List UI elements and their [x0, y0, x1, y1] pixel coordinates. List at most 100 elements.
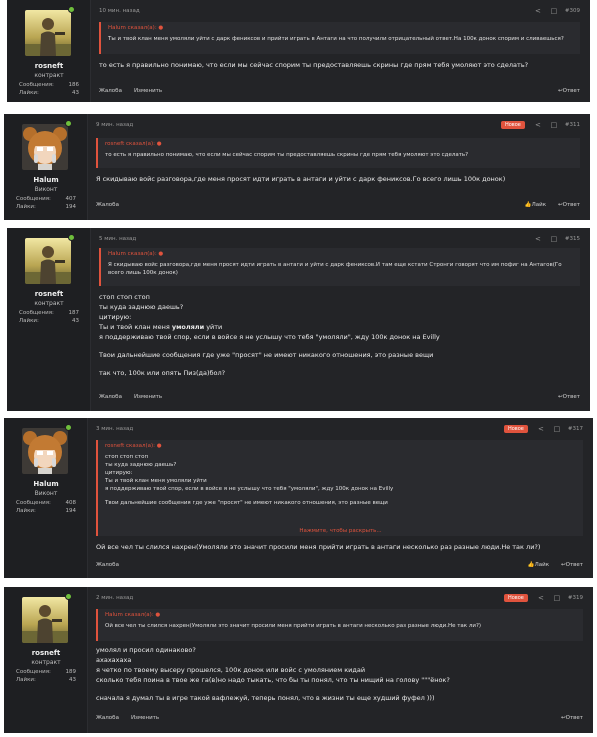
report-link[interactable]: Жалоба: [99, 394, 122, 400]
report-link[interactable]: Жалоба: [96, 715, 119, 721]
expand-quote-link[interactable]: Нажмите, чтобы раскрыть...: [98, 528, 583, 534]
quote-author[interactable]: rosneft сказал(а): ●: [105, 141, 573, 147]
post-header: 5 мин. назад < □ #315: [99, 234, 580, 244]
post-time[interactable]: 3 мин. назад: [96, 426, 504, 432]
bookmark-icon[interactable]: □: [552, 594, 562, 602]
bookmark-icon[interactable]: □: [549, 121, 559, 129]
reply-label: Ответ: [565, 562, 583, 568]
post-body-line: Я скидываю войс разговора,где меня прося…: [96, 175, 506, 183]
like-button[interactable]: 👍Лайк: [525, 202, 546, 208]
likes-count: 194: [65, 204, 77, 210]
reply-button[interactable]: ↩Ответ: [558, 202, 580, 208]
share-icon[interactable]: <: [536, 594, 546, 602]
post-number[interactable]: #311: [565, 122, 580, 128]
report-link[interactable]: Жалоба: [96, 202, 119, 208]
arrow-up-icon[interactable]: ●: [158, 25, 163, 31]
quote-author-text: rosneft сказал(а):: [105, 443, 156, 449]
online-dot-icon: [65, 424, 72, 431]
post-body-line: Ты и твой клан меня умоляли уйти: [99, 323, 223, 331]
username[interactable]: rosneft: [7, 62, 91, 70]
edit-link[interactable]: Изменить: [134, 394, 162, 400]
quote-text: стоп стоп стоп ты куда заднюю даешь? цит…: [105, 453, 576, 507]
post-body-line: умолял и просил одинаково?: [96, 646, 196, 654]
reply-button[interactable]: ↩Ответ: [561, 715, 583, 721]
quote-author[interactable]: Halum сказал(а): ●: [108, 25, 573, 31]
messages-count: 187: [68, 310, 80, 316]
like-button[interactable]: 👍Лайк: [528, 562, 549, 568]
quote-author[interactable]: Halum сказал(а): ●: [108, 251, 573, 257]
share-icon[interactable]: <: [533, 7, 543, 15]
post-body-line: то есть я правильно понимаю, что если мы…: [99, 61, 529, 69]
user-title: контракт: [34, 300, 64, 307]
reply-button[interactable]: ↩Ответ: [558, 88, 580, 94]
share-icon[interactable]: <: [533, 121, 543, 129]
post-time[interactable]: 10 мин. назад: [99, 8, 533, 14]
quote-author-text: Halum сказал(а):: [108, 25, 157, 31]
like-label: Лайк: [531, 202, 547, 208]
avatar[interactable]: [25, 238, 71, 284]
report-link[interactable]: Жалоба: [96, 562, 119, 568]
user-title: контракт: [31, 659, 61, 666]
arrow-up-icon[interactable]: ●: [157, 443, 162, 449]
share-icon[interactable]: <: [533, 235, 543, 243]
post-time[interactable]: 9 мин. назад: [96, 122, 501, 128]
post-body: умолял и просил одинаково? ахахахаха я ч…: [96, 645, 583, 703]
post-number[interactable]: #315: [565, 236, 580, 242]
avatar[interactable]: [22, 597, 68, 643]
reply-label: Ответ: [562, 88, 580, 94]
arrow-up-icon[interactable]: ●: [158, 251, 163, 257]
likes-count: 43: [72, 318, 79, 324]
messages-stat: Сообщения: 186: [19, 82, 79, 88]
likes-label: Лайки:: [16, 677, 36, 683]
post-time[interactable]: 2 мин. назад: [96, 595, 504, 601]
edit-link[interactable]: Изменить: [131, 715, 159, 721]
user-panel: rosneft контракт Сообщения: 189 Лайки: 43: [4, 587, 88, 733]
avatar[interactable]: [22, 124, 68, 170]
reply-button[interactable]: ↩Ответ: [558, 394, 580, 400]
avatar[interactable]: [25, 10, 71, 56]
reply-label: Ответ: [562, 394, 580, 400]
username[interactable]: Halum: [4, 480, 88, 488]
username[interactable]: rosneft: [7, 290, 91, 298]
quote-author-text: Halum сказал(а):: [108, 251, 157, 257]
arrow-up-icon[interactable]: ●: [157, 141, 162, 147]
post-body-line: я поддерживаю твой спор, если в войсе я …: [99, 333, 440, 341]
thumbs-up-icon: 👍: [524, 202, 532, 208]
post-body-line: ты куда заднюю даешь?: [99, 303, 184, 311]
arrow-up-icon[interactable]: ●: [155, 612, 160, 618]
username[interactable]: Halum: [4, 176, 88, 184]
likes-label: Лайки:: [16, 204, 36, 210]
quote-text: Ой все чел ты слился нахрен(Умоляли это …: [105, 623, 482, 629]
bookmark-icon[interactable]: □: [552, 425, 562, 433]
post-time[interactable]: 5 мин. назад: [99, 236, 533, 242]
username[interactable]: rosneft: [4, 649, 88, 657]
reply-button[interactable]: ↩Ответ: [561, 562, 583, 568]
post-header: 2 мин. назад Новое < □ #319: [96, 593, 583, 603]
post-number[interactable]: #309: [565, 8, 580, 14]
bookmark-icon[interactable]: □: [549, 7, 559, 15]
post-footer: Жалоба 👍Лайк ↩Ответ: [96, 200, 580, 210]
edit-link[interactable]: Изменить: [134, 88, 162, 94]
post-number[interactable]: #319: [568, 595, 583, 601]
post: rosneft контракт Сообщения: 186 Лайки: 43 …: [7, 0, 590, 102]
avatar[interactable]: [22, 428, 68, 474]
quote-author-text: rosneft сказал(а):: [105, 141, 156, 147]
post-body: стоп стоп стоп ты куда заднюю даешь? цит…: [99, 292, 580, 378]
post-number[interactable]: #317: [568, 426, 583, 432]
post-body-line: ахахахаха: [96, 656, 132, 664]
quote-author[interactable]: rosneft сказал(а): ●: [105, 443, 576, 449]
messages-stat: Сообщения: 187: [19, 310, 79, 316]
online-dot-icon: [65, 593, 72, 600]
quote-block: Halum сказал(а): ● Я скидываю войс разго…: [99, 248, 580, 286]
bookmark-icon[interactable]: □: [549, 235, 559, 243]
quote-author[interactable]: Halum сказал(а): ●: [105, 612, 576, 618]
new-badge: Новое: [503, 594, 528, 602]
user-panel: Halum Виконт Сообщения: 408 Лайки: 194: [4, 418, 88, 578]
likes-stat: Лайки: 194: [16, 204, 76, 210]
share-icon[interactable]: <: [536, 425, 546, 433]
online-dot-icon: [65, 120, 72, 127]
quote-line: Твои дальнейшие сообщения где уже "прося…: [105, 500, 388, 506]
report-link[interactable]: Жалоба: [99, 88, 122, 94]
quote-text: Ты и твой клан меня умоляли уйти с дарк …: [108, 36, 564, 42]
user-title: Виконт: [34, 490, 58, 497]
